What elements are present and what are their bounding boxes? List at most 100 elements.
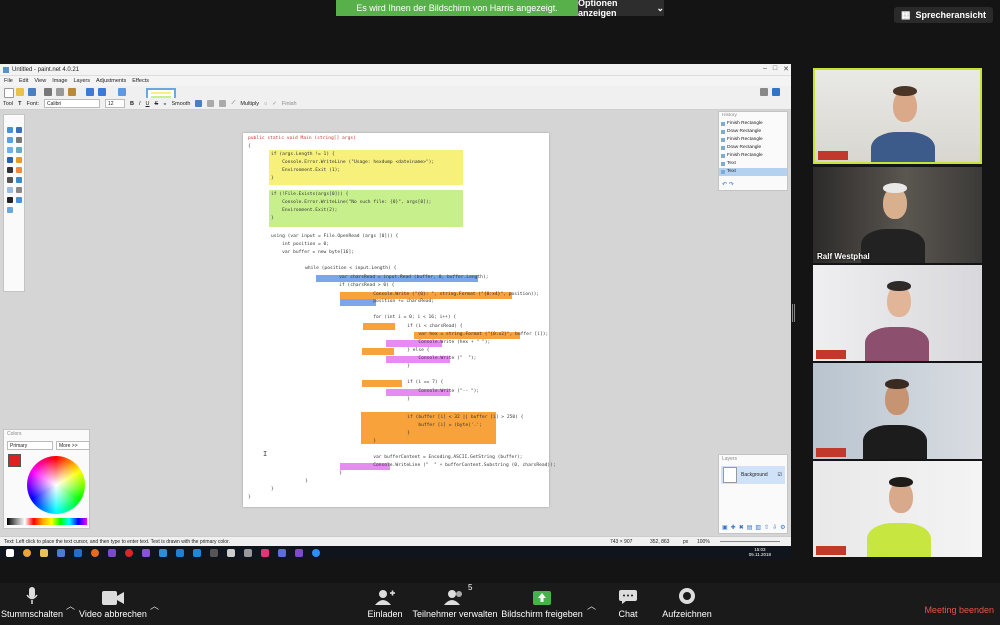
pan-icon[interactable] [16,147,22,153]
chrome-icon[interactable] [23,548,31,557]
bold-button[interactable]: B [130,101,134,107]
undo-icon[interactable] [86,88,94,96]
participant-video[interactable] [813,68,982,164]
app5-icon[interactable] [295,548,303,557]
share-screen-button[interactable]: Bildschirm freigeben [500,583,584,619]
new-file-icon[interactable] [4,88,14,98]
blend-mode-select[interactable]: Multiply [240,101,259,107]
underline-button[interactable]: U [146,101,150,107]
smoothing-select[interactable]: Smooth [172,101,191,107]
italic-button[interactable]: I [139,101,141,107]
speaker-view-button[interactable]: ▦ Sprecheransicht [894,7,993,23]
rectangle-select-icon[interactable] [7,127,13,133]
layer-visible-checkbox[interactable]: ☑ [778,472,782,478]
layer-row[interactable]: Background ☑ [721,466,785,484]
strikethrough-button[interactable]: S [155,101,159,107]
history-item[interactable]: Text [719,160,787,168]
mute-button[interactable]: Stummschalten [0,583,64,619]
menu-item-layers[interactable]: Layers [73,78,90,84]
recolor-icon[interactable] [7,187,13,193]
move-icon[interactable] [16,127,22,133]
font-family-select[interactable]: Calibri [44,99,101,108]
history-item[interactable]: Finish Rectangle [719,120,787,128]
app3-icon[interactable] [244,548,252,557]
maximize-icon[interactable]: □ [773,65,777,73]
video-options-chevron-icon[interactable]: ︿ [150,599,159,612]
end-meeting-button[interactable]: Meeting beenden [924,605,994,615]
record-button[interactable]: Aufzeichnen [660,583,714,619]
chat-button[interactable]: Chat [610,583,646,619]
align-right-icon[interactable] [219,100,227,107]
pencil-icon[interactable] [7,177,13,183]
paintnet-taskbar-icon[interactable] [261,548,269,557]
history-item[interactable]: Draw Rectangle [719,144,787,152]
vs-icon[interactable] [142,548,150,557]
line-icon[interactable] [16,197,22,203]
participant-video[interactable] [813,265,982,361]
paintbrush-icon[interactable] [7,167,13,173]
menu-item-effects[interactable]: Effects [132,78,149,84]
more-colors-button[interactable]: More >> [56,441,90,450]
share-options-chevron-icon[interactable]: ︿ [587,599,596,612]
clone-stamp-icon[interactable] [16,177,22,183]
history-undo-icon[interactable]: ↶ ↷ [722,181,734,188]
text-icon[interactable] [7,197,13,203]
history-item[interactable]: Finish Rectangle [719,136,787,144]
primary-color-swatch[interactable] [8,454,21,467]
panel-resize-handle[interactable] [792,304,795,322]
color-wheel[interactable] [27,456,85,514]
menu-item-image[interactable]: Image [52,78,67,84]
text-tool-icon[interactable]: T [18,101,21,107]
history-item[interactable]: Finish Rectangle [719,152,787,160]
menu-item-file[interactable]: File [4,78,13,84]
invite-button[interactable]: Einladen [365,583,405,619]
magic-wand-icon[interactable] [7,147,13,153]
store-icon[interactable] [57,548,65,557]
menu-item-adjustments[interactable]: Adjustments [96,78,126,84]
visualstudio-icon[interactable] [108,548,116,557]
start-icon[interactable] [6,548,14,557]
stop-video-button[interactable]: Video abbrechen [78,583,148,619]
unit-select[interactable]: px [683,539,688,545]
app4-icon[interactable] [278,548,286,557]
grid-toggle-icon[interactable] [118,88,126,96]
minimize-icon[interactable]: – [763,65,767,73]
paint-bucket-icon[interactable] [7,157,13,163]
edge-icon[interactable] [176,548,184,557]
view-options-button[interactable]: Optionen anzeigen ⌄ [578,0,664,18]
image-canvas[interactable]: public static void Main (string[] args) {… [243,133,556,507]
manage-participants-button[interactable]: 5 Teilnehmer verwalten [410,583,500,619]
zoom-icon[interactable] [16,137,22,143]
menu-item-edit[interactable]: Edit [19,78,28,84]
eraser-icon[interactable] [16,167,22,173]
outlook-icon[interactable] [74,548,82,557]
firefox-icon[interactable] [91,548,99,557]
antialias-icon[interactable]: ◒ [163,101,166,107]
help-icon[interactable] [772,88,780,96]
paste-icon[interactable] [68,88,76,96]
zoom-taskbar-icon[interactable] [312,548,320,557]
align-left-icon[interactable] [195,100,203,107]
open-file-icon[interactable] [16,88,24,96]
menu-item-view[interactable]: View [34,78,46,84]
unity-icon[interactable] [227,548,235,557]
settings-icon[interactable] [760,88,768,96]
finish-button[interactable]: Finish [282,101,297,107]
redo-icon[interactable] [98,88,106,96]
color-picker-icon[interactable] [16,187,22,193]
gradient-icon[interactable] [16,157,22,163]
shapes-icon[interactable] [7,207,13,213]
cut-icon[interactable] [44,88,52,96]
opera-icon[interactable] [125,548,133,557]
history-item[interactable]: Text [719,168,787,176]
zoom-readout[interactable]: 100% [697,539,710,545]
participant-video[interactable] [813,363,982,459]
copy-icon[interactable] [56,88,64,96]
zoom-slider[interactable] [720,541,780,542]
color-palette-strip[interactable] [7,518,87,525]
audio-options-chevron-icon[interactable]: ︿ [66,599,75,612]
align-center-icon[interactable] [207,100,215,107]
save-icon[interactable] [28,88,36,96]
app2-icon[interactable] [210,548,218,557]
participant-video[interactable] [813,461,982,557]
